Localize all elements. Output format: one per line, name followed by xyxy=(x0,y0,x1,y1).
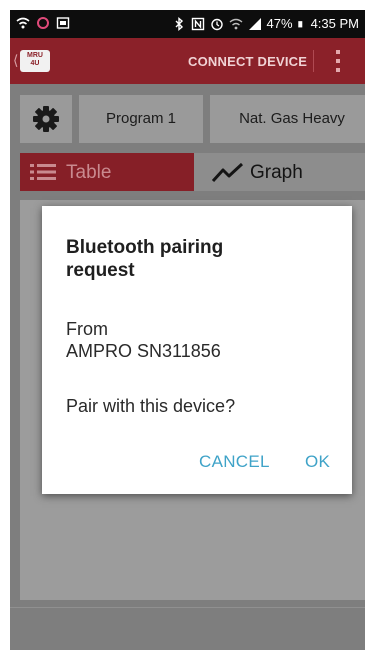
bluetooth-pairing-dialog: Bluetooth pairing request From AMPRO SN3… xyxy=(42,206,352,494)
dialog-from: From AMPRO SN311856 xyxy=(66,318,221,362)
tab-table-label: Table xyxy=(66,162,112,183)
dialog-title: Bluetooth pairing request xyxy=(66,237,224,281)
tab-graph-label: Graph xyxy=(250,162,303,183)
tab-graph[interactable]: Graph xyxy=(194,153,365,191)
dialog-question: Pair with this device? xyxy=(66,396,236,416)
action-bar: ⟨ MRU 4U CONNECT DEVICE xyxy=(10,38,365,84)
logo-text-bottom: 4U xyxy=(30,60,40,67)
alarm-icon xyxy=(210,18,223,30)
battery-percent: 47% xyxy=(266,16,293,31)
line-chart-icon xyxy=(212,163,244,183)
ok-button[interactable]: OK xyxy=(305,452,330,472)
app-logo[interactable]: MRU 4U xyxy=(20,50,50,72)
connect-device-button[interactable]: CONNECT DEVICE xyxy=(188,54,307,69)
clock: 4:35 PM xyxy=(310,16,359,31)
device-name: AMPRO SN311856 xyxy=(66,341,221,361)
nfc-icon xyxy=(191,17,204,30)
fuel-label: Nat. Gas Heavy xyxy=(239,110,345,127)
sync-icon xyxy=(37,17,49,29)
wifi-icon xyxy=(229,18,242,29)
overflow-menu-icon[interactable] xyxy=(328,50,348,72)
logo-text-top: MRU xyxy=(27,52,43,59)
phone-screen: 47% 4:35 PM ⟨ MRU 4U CONNECT DEVICE Prog… xyxy=(10,10,365,650)
battery-icon xyxy=(297,20,302,27)
gallery-icon xyxy=(56,17,70,29)
back-chevron-icon[interactable]: ⟨ xyxy=(13,52,18,69)
cancel-button[interactable]: CANCEL xyxy=(199,452,270,472)
program-selector[interactable]: Program 1 xyxy=(79,95,203,143)
divider xyxy=(10,607,365,608)
program-label: Program 1 xyxy=(105,110,177,127)
gear-icon xyxy=(33,106,59,132)
signal-icon xyxy=(248,17,261,30)
from-label: From xyxy=(66,319,108,339)
settings-button[interactable] xyxy=(20,95,72,143)
bluetooth-icon xyxy=(175,16,183,31)
wifi-call-icon xyxy=(16,17,30,29)
action-bar-divider xyxy=(313,50,314,72)
tab-table[interactable]: Table xyxy=(20,153,194,191)
fuel-selector[interactable]: Nat. Gas Heavy xyxy=(210,95,365,143)
status-bar: 47% 4:35 PM xyxy=(10,10,365,38)
list-icon xyxy=(30,164,56,180)
